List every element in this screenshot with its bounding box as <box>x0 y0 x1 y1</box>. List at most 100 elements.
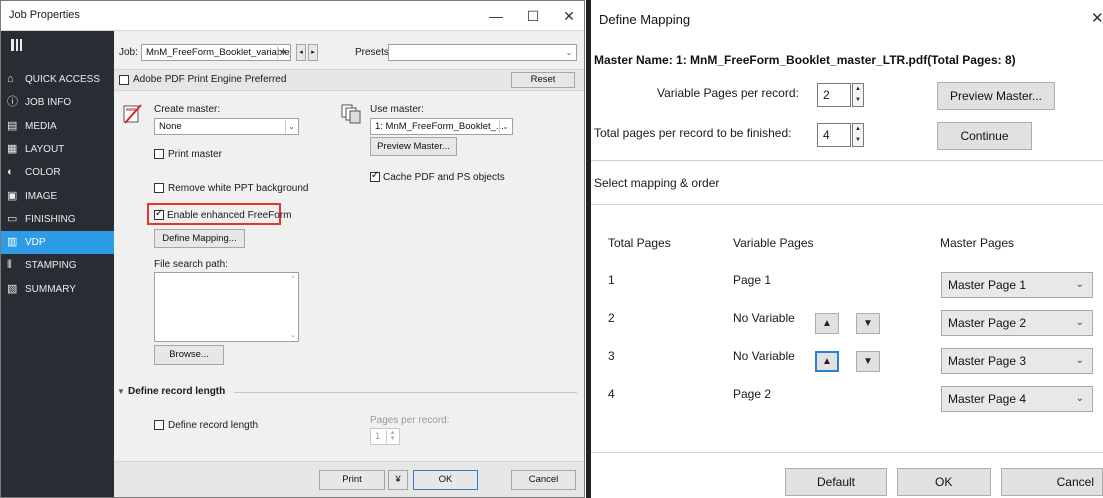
sidebar-item-image[interactable]: ▣ IMAGE <box>1 185 114 208</box>
media-icon: ▤ <box>7 119 18 132</box>
sidebar-item-stamping[interactable]: ⦀ STAMPING <box>1 254 114 277</box>
move-up-button[interactable]: ▲ <box>815 313 839 334</box>
default-button[interactable]: Default <box>785 468 887 496</box>
scroll-up-icon[interactable]: ⌃ <box>290 275 296 283</box>
master-page-select[interactable]: Master Page 3 ⌄ <box>941 348 1093 374</box>
master-page-select[interactable]: Master Page 4 ⌄ <box>941 386 1093 412</box>
sidebar-item-label: STAMPING <box>25 260 77 272</box>
reset-button[interactable]: Reset <box>511 72 575 88</box>
maximize-button[interactable]: ☐ <box>521 6 545 26</box>
job-select[interactable]: MnM_FreeForm_Booklet_variable_L ▼ <box>141 44 291 61</box>
sidebar-item-label: QUICK ACCESS <box>25 74 101 85</box>
create-master-select[interactable]: None ⌄ <box>154 118 299 135</box>
row-total-pages: 4 <box>608 387 615 401</box>
chevron-down-icon: ⌄ <box>1075 317 1084 328</box>
print-master-label: Print master <box>168 149 222 160</box>
header-master-pages: Master Pages <box>940 236 1015 250</box>
spin-down-icon[interactable]: ▼ <box>853 95 863 106</box>
layout-icon: ▦ <box>7 142 18 155</box>
define-mapping-button[interactable]: Define Mapping... <box>154 229 245 248</box>
sidebar-item-label: COLOR <box>25 167 61 179</box>
define-mapping-dialog: Define Mapping ✕ Master Name: 1: MnM_Fre… <box>591 0 1103 498</box>
total-pages-input[interactable]: 4 <box>817 123 851 147</box>
ok-button[interactable]: OK <box>897 468 991 496</box>
summary-icon: ▧ <box>7 282 18 295</box>
sidebar-item-summary[interactable]: ▧ SUMMARY <box>1 278 114 301</box>
spinner-icon[interactable]: ▲ ▼ <box>386 430 398 443</box>
move-up-button[interactable]: ▲ <box>815 351 839 372</box>
create-master-label: Create master: <box>154 104 221 115</box>
dialog-title: Define Mapping <box>599 12 691 27</box>
sidebar-item-media[interactable]: ▤ MEDIA <box>1 115 114 138</box>
remove-white-checkbox[interactable] <box>154 183 164 193</box>
sidebar-item-color[interactable]: ◐ COLOR <box>1 161 114 184</box>
print-options-button[interactable]: ¥ <box>388 470 408 490</box>
print-master-checkbox[interactable] <box>154 149 164 159</box>
pages-per-record-input[interactable]: 1 ▲ ▼ <box>370 428 400 445</box>
divider <box>591 452 1103 453</box>
cancel-button[interactable]: Cancel <box>511 470 576 490</box>
sidebar-item-vdp[interactable]: ▥ VDP <box>1 231 114 255</box>
use-master-select[interactable]: 1: MnM_FreeForm_Booklet_... ⌄ <box>370 118 513 135</box>
presets-select[interactable]: ⌄ <box>388 44 577 61</box>
row-variable-pages: No Variable <box>733 349 795 363</box>
define-record-checkbox[interactable] <box>154 420 164 430</box>
prev-job-button[interactable]: ◂ <box>296 44 306 61</box>
enable-freeform-checkbox[interactable] <box>154 208 164 220</box>
pages-per-record-value: 1 <box>375 431 381 442</box>
cancel-button[interactable]: Cancel <box>1001 468 1103 496</box>
file-search-textarea[interactable]: ⌃ ⌄ <box>154 272 299 342</box>
collapse-triangle-icon[interactable]: ▼ <box>117 387 125 396</box>
var-pages-spinner[interactable]: ▲ ▼ <box>852 83 864 107</box>
stamping-icon: ⦀ <box>7 259 12 272</box>
master-page-select[interactable]: Master Page 1 ⌄ <box>941 272 1093 298</box>
move-down-button[interactable]: ▼ <box>856 351 880 372</box>
move-down-button[interactable]: ▼ <box>856 313 880 334</box>
spin-up-icon[interactable]: ▲ <box>853 84 863 95</box>
ok-button[interactable]: OK <box>413 470 478 490</box>
section-divider <box>234 392 577 393</box>
vdp-icon: ▥ <box>7 236 18 249</box>
master-page-select[interactable]: Master Page 2 ⌄ <box>941 310 1093 336</box>
sidebar-item-job-info[interactable]: ⓘ JOB INFO <box>1 91 114 114</box>
continue-button[interactable]: Continue <box>937 122 1032 150</box>
total-pages-label: Total pages per record to be finished: <box>594 126 792 140</box>
var-pages-input[interactable]: 2 <box>817 83 851 107</box>
browse-button[interactable]: Browse... <box>154 345 224 365</box>
divider <box>591 204 1103 205</box>
job-label: Job: <box>119 47 138 58</box>
title-bar: Job Properties — ☐ ✕ <box>1 1 584 31</box>
header-total-pages: Total Pages <box>608 236 671 250</box>
master-page-value: Master Page 4 <box>948 392 1027 406</box>
pages-per-record-label: Pages per record: <box>370 415 450 426</box>
sidebar-item-label: VDP <box>25 237 46 249</box>
master-page-value: Master Page 2 <box>948 316 1027 330</box>
master-page-value: Master Page 3 <box>948 354 1027 368</box>
sidebar-item-finishing[interactable]: ▭ FINISHING <box>1 208 114 231</box>
hamburger-menu-icon[interactable] <box>11 39 23 51</box>
spin-up-icon[interactable]: ▲ <box>853 124 863 135</box>
close-button[interactable]: ✕ <box>557 6 581 26</box>
print-button[interactable]: Print <box>319 470 385 490</box>
preview-master-button[interactable]: Preview Master... <box>370 137 457 156</box>
window-title: Job Properties <box>9 9 80 21</box>
finishing-icon: ▭ <box>7 212 18 225</box>
spin-down-icon[interactable]: ▼ <box>853 135 863 146</box>
next-job-button[interactable]: ▸ <box>308 44 318 61</box>
close-button[interactable]: ✕ <box>1091 9 1103 27</box>
select-mapping-label: Select mapping & order <box>594 176 720 190</box>
sidebar-item-label: JOB INFO <box>25 97 72 109</box>
presets-label: Presets: <box>355 47 392 58</box>
sidebar-item-layout[interactable]: ▦ LAYOUT <box>1 138 114 161</box>
sidebar: ⌂ QUICK ACCESS ⓘ JOB INFO ▤ MEDIA ▦ LAYOUT ◐ COLO… <box>1 31 114 497</box>
cache-pdf-checkbox[interactable] <box>370 170 380 182</box>
use-master-icon <box>341 104 361 124</box>
chevron-down-icon: ⌄ <box>285 120 297 133</box>
adobe-engine-checkbox[interactable] <box>119 75 129 85</box>
scroll-down-icon[interactable]: ⌄ <box>290 331 296 339</box>
preview-master-button[interactable]: Preview Master... <box>937 82 1055 110</box>
sidebar-item-quick-access[interactable]: ⌂ QUICK ACCESS <box>1 68 114 91</box>
minimize-button[interactable]: — <box>484 6 508 26</box>
use-master-value: 1: MnM_FreeForm_Booklet_... <box>375 121 504 132</box>
total-pages-spinner[interactable]: ▲ ▼ <box>852 123 864 147</box>
